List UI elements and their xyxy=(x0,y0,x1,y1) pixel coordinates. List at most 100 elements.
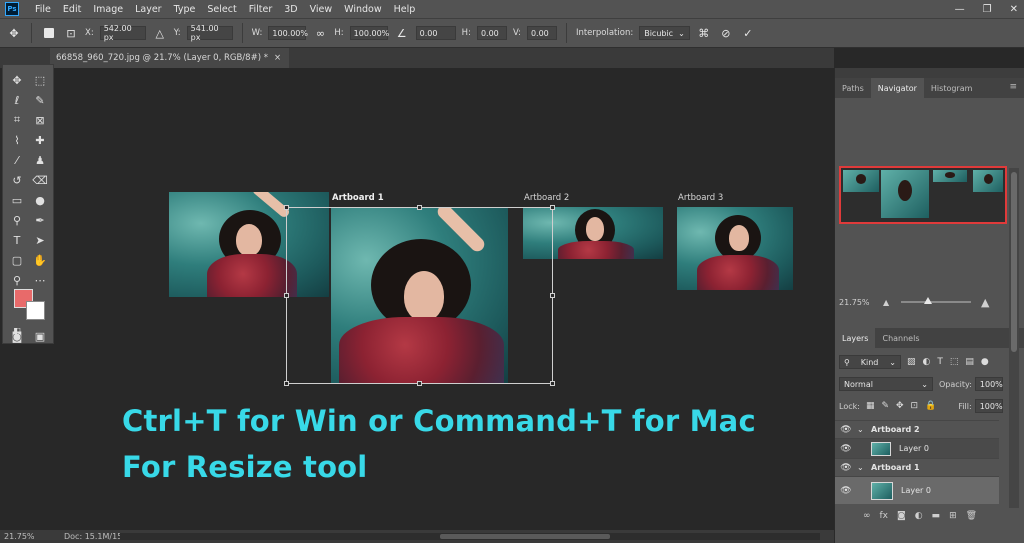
document-tab[interactable]: 66858_960_720.jpg @ 21.7% (Layer 0, RGB/… xyxy=(50,48,290,68)
crop-tool-icon[interactable]: ⌗ xyxy=(8,111,26,129)
type-filter-icon[interactable]: T xyxy=(937,357,943,367)
close-icon[interactable]: ✕ xyxy=(1010,4,1018,15)
pixel-filter-icon[interactable]: ▨ xyxy=(907,357,916,367)
menu-window[interactable]: Window xyxy=(338,4,387,15)
status-zoom[interactable]: 21.75% xyxy=(4,532,64,541)
warp-mode-icon[interactable]: ⌘ xyxy=(696,25,712,41)
transform-handle[interactable] xyxy=(550,293,555,298)
gradient-tool-icon[interactable]: ▭ xyxy=(8,191,26,209)
link-layers-icon[interactable]: ∞ xyxy=(863,511,871,521)
menu-layer[interactable]: Layer xyxy=(129,4,168,15)
quick-select-tool-icon[interactable]: ✎ xyxy=(31,91,49,109)
transform-handle[interactable] xyxy=(284,293,289,298)
x-position-field[interactable]: 542.00 px xyxy=(99,24,146,42)
horizontal-scrollbar[interactable] xyxy=(120,533,820,540)
fill-field[interactable]: 100% xyxy=(974,399,1003,413)
new-layer-icon[interactable]: ⊞ xyxy=(949,511,957,521)
history-brush-icon[interactable]: ↺ xyxy=(8,171,26,189)
opacity-field[interactable]: 100% xyxy=(974,377,1003,391)
chevron-down-icon[interactable]: ⌄ xyxy=(857,425,871,434)
y-position-field[interactable]: 541.00 px xyxy=(186,24,233,42)
zoom-in-icon[interactable]: ▲ xyxy=(981,296,989,309)
menu-image[interactable]: Image xyxy=(87,4,129,15)
rotation-angle-field[interactable]: 0.00 xyxy=(415,26,456,40)
height-percent-field[interactable]: 100.00% xyxy=(349,26,389,40)
layer-row-layer-0-b[interactable]: 👁 Layer 0 xyxy=(835,476,999,504)
tab-navigator[interactable]: Navigator xyxy=(870,78,924,98)
artboard-2-label[interactable]: Artboard 2 xyxy=(524,193,569,203)
artboard-1-label[interactable]: Artboard 1 xyxy=(332,193,384,203)
transform-bounding-box[interactable] xyxy=(284,205,555,386)
frame-tool-icon[interactable]: ⊠ xyxy=(31,111,49,129)
trash-icon[interactable]: 🗑 xyxy=(966,511,977,521)
tab-paths[interactable]: Paths xyxy=(835,78,871,98)
menu-edit[interactable]: Edit xyxy=(57,4,87,15)
eye-icon[interactable]: 👁 xyxy=(835,425,857,435)
lasso-tool-icon[interactable]: ℓ xyxy=(8,91,26,109)
menu-select[interactable]: Select xyxy=(201,4,242,15)
eraser-tool-icon[interactable]: ⌫ xyxy=(31,171,49,189)
eye-icon[interactable]: 👁 xyxy=(835,486,857,496)
menu-view[interactable]: View xyxy=(304,4,339,15)
type-tool-icon[interactable]: T xyxy=(8,231,26,249)
shape-filter-icon[interactable]: ⬚ xyxy=(950,357,959,367)
transform-handle[interactable] xyxy=(417,381,422,386)
navigator-preview[interactable] xyxy=(839,166,1007,224)
adjustment-layer-icon[interactable]: ◐ xyxy=(915,511,923,521)
dodge-tool-icon[interactable]: ⚲ xyxy=(8,211,26,229)
cancel-transform-icon[interactable]: ⊘ xyxy=(718,25,734,41)
chevron-down-icon[interactable]: ⌄ xyxy=(857,463,871,472)
tab-histogram[interactable]: Histogram xyxy=(924,78,980,98)
more-tools-icon[interactable]: ⋯ xyxy=(31,271,49,289)
layer-row-artboard-2[interactable]: 👁 ⌄ Artboard 2 xyxy=(835,420,999,438)
layer-kind-filter[interactable]: ⚲ Kind ⌄ xyxy=(839,355,901,369)
menu-3d[interactable]: 3D xyxy=(278,4,303,15)
show-transform-checkbox[interactable] xyxy=(41,25,57,41)
menu-help[interactable]: Help xyxy=(388,4,422,15)
zoom-tool-icon[interactable]: ⚲ xyxy=(8,271,26,289)
scrollbar-thumb[interactable] xyxy=(440,534,610,539)
eye-icon[interactable]: 👁 xyxy=(835,444,857,454)
interpolation-select[interactable]: Bicubic ⌄ xyxy=(639,26,690,40)
lock-pixels-icon[interactable]: ✎ xyxy=(881,401,889,411)
artboard-3-label[interactable]: Artboard 3 xyxy=(678,193,723,203)
zoom-out-icon[interactable]: ▲ xyxy=(883,298,889,307)
commit-transform-icon[interactable]: ✓ xyxy=(740,25,756,41)
lock-position-icon[interactable]: ✥ xyxy=(896,401,904,411)
move-tool-icon[interactable]: ✥ xyxy=(8,71,26,89)
layer-row-artboard-1[interactable]: 👁 ⌄ Artboard 1 xyxy=(835,458,999,476)
eyedropper-tool-icon[interactable]: ⌇ xyxy=(8,131,26,149)
horizontal-skew-field[interactable]: 0.00 xyxy=(476,26,507,40)
lock-transparency-icon[interactable]: ▦ xyxy=(866,401,875,411)
transform-handle[interactable] xyxy=(550,381,555,386)
clone-stamp-icon[interactable]: ♟ xyxy=(31,151,49,169)
hand-tool-icon[interactable]: ✋ xyxy=(31,251,49,269)
lock-all-icon[interactable]: 🔒 xyxy=(925,401,936,411)
panel-menu-icon[interactable]: ≡ xyxy=(1009,82,1017,92)
zoom-slider-handle[interactable] xyxy=(924,297,932,304)
transform-handle[interactable] xyxy=(417,205,422,210)
tab-channels[interactable]: Channels xyxy=(875,328,926,348)
blend-mode-select[interactable]: Normal ⌄ xyxy=(839,377,933,391)
quick-mask-icon[interactable]: ◙ xyxy=(8,327,26,345)
layer-row-layer-0-a[interactable]: 👁 Layer 0 xyxy=(835,438,999,458)
adjustment-filter-icon[interactable]: ◐ xyxy=(923,357,931,367)
marquee-tool-icon[interactable]: ⬚ xyxy=(31,71,49,89)
new-group-icon[interactable]: ▬ xyxy=(932,511,941,521)
blur-tool-icon[interactable]: ● xyxy=(31,191,49,209)
restore-icon[interactable]: ❐ xyxy=(983,4,992,15)
link-icon[interactable]: ∞ xyxy=(312,25,328,41)
panel-vertical-scrollbar[interactable] xyxy=(1009,168,1019,508)
tab-layers[interactable]: Layers xyxy=(835,328,876,348)
rectangle-tool-icon[interactable]: ▢ xyxy=(8,251,26,269)
filter-toggle-icon[interactable]: ● xyxy=(981,357,989,367)
document-canvas[interactable]: Artboard 1 Artboard 2 Artboard 3 Ctrl+T … xyxy=(56,68,834,530)
menu-file[interactable]: File xyxy=(29,4,57,15)
eye-icon[interactable]: 👁 xyxy=(835,463,857,473)
transform-handle[interactable] xyxy=(284,381,289,386)
zoom-slider[interactable] xyxy=(901,301,971,303)
transform-handle[interactable] xyxy=(550,205,555,210)
move-tool-icon[interactable]: ✥ xyxy=(6,25,22,41)
minimize-icon[interactable]: — xyxy=(955,4,965,15)
path-selection-icon[interactable]: ➤ xyxy=(31,231,49,249)
